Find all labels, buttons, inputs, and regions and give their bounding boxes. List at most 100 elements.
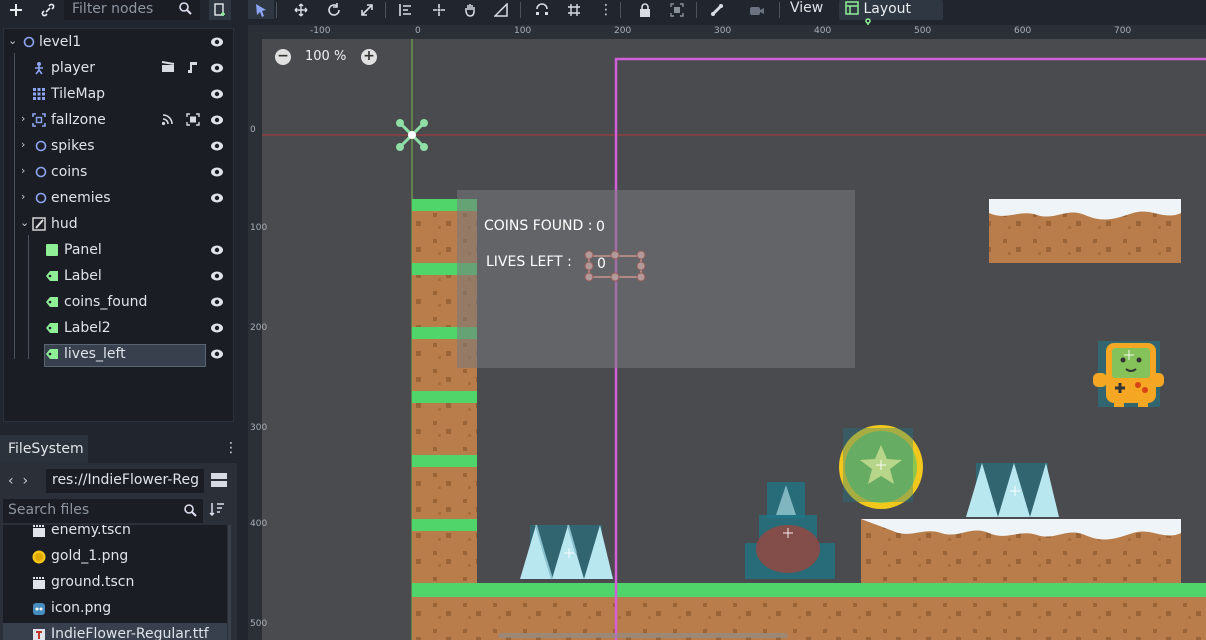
ruler-tick-label: 200 (250, 323, 268, 333)
canvas-layer-icon (31, 216, 47, 232)
file-label: ground.tscn (51, 574, 135, 590)
tree-node-fallzone[interactable]: › fallzone (4, 109, 233, 133)
ruler-horizontal[interactable]: -100 0 100 200 300 400 500 600 700 (248, 25, 1206, 39)
panel-icon (44, 242, 60, 258)
coins-found-label[interactable]: COINS FOUND : (484, 218, 592, 234)
file-label: gold_1.png (51, 548, 129, 564)
eye-icon[interactable] (210, 347, 224, 361)
ruler-tick-label: 300 (714, 26, 732, 36)
group-button[interactable] (664, 0, 690, 19)
tree-node-spikes[interactable]: › spikes (4, 135, 233, 159)
left-dock: Filter nodes ⌄ level1 player TileMap › f… (0, 0, 238, 640)
filesystem-panel: ‹ › res://IndieFlower-Reg Search files e… (0, 463, 237, 640)
scale-mode-button[interactable] (354, 0, 380, 19)
hud-panel[interactable] (457, 190, 855, 368)
file-list-scrollbar[interactable] (228, 525, 231, 640)
tree-node-coins-found[interactable]: coins_found (4, 291, 233, 315)
kebab-menu-icon: ⋮ (599, 1, 613, 18)
move-mode-button[interactable] (288, 0, 314, 19)
file-item[interactable]: IndieFlower-Regular.ttf (3, 623, 227, 640)
move-icon (294, 3, 308, 16)
tree-node-hud[interactable]: ⌄ hud (4, 213, 233, 237)
grid-snap-button[interactable] (561, 0, 587, 19)
zoom-reset-button[interactable]: 100 % (305, 49, 346, 64)
tree-node-label2[interactable]: Label2 (4, 317, 233, 341)
tree-node-label-1[interactable]: Label (4, 265, 233, 289)
lives-left-label[interactable]: LIVES LEFT : (486, 254, 572, 270)
eye-icon[interactable] (210, 295, 224, 309)
eye-icon[interactable] (210, 35, 224, 49)
ruler-mode-button[interactable] (488, 0, 514, 19)
coins-found-value[interactable]: 0 (596, 219, 605, 235)
eye-icon[interactable] (210, 113, 224, 127)
eye-icon[interactable] (210, 321, 224, 335)
layout-menu[interactable]: Layout (839, 0, 943, 34)
more-options-button[interactable]: ⋮ (593, 0, 619, 19)
eye-icon[interactable] (210, 269, 224, 283)
eye-icon[interactable] (210, 87, 224, 101)
add-node-button[interactable] (5, 0, 27, 20)
list-select-button[interactable] (393, 0, 419, 19)
canvas-viewport[interactable]: COINS FOUND : 0 LIVES LEFT : 0 -100 0 10… (248, 25, 1206, 640)
file-item[interactable]: enemy.tscn (3, 525, 227, 545)
label-icon (44, 320, 60, 336)
ruler-tick-label: 200 (614, 26, 632, 36)
tree-node-label: player (51, 60, 96, 76)
eye-icon[interactable] (210, 139, 224, 153)
clapperboard-icon[interactable] (161, 61, 175, 76)
search-files-input[interactable]: Search files (3, 499, 203, 523)
tree-node-label: Label (64, 268, 102, 284)
tree-node-panel[interactable]: Panel (4, 239, 233, 263)
pan-mode-button[interactable] (457, 0, 483, 19)
history-nav[interactable]: ‹ › (8, 473, 28, 489)
group-icon[interactable] (186, 113, 200, 129)
view-menu[interactable]: View (790, 0, 823, 16)
tree-node-level1[interactable]: ⌄ level1 (4, 31, 233, 55)
split-view-icon[interactable] (210, 472, 228, 488)
ruler-vertical[interactable]: 0 100 200 300 400 500 (248, 25, 267, 640)
kebab-menu-icon[interactable]: ⋮ (224, 440, 238, 456)
zoom-out-button[interactable]: − (275, 49, 291, 65)
tree-node-tilemap[interactable]: TileMap (4, 83, 233, 107)
select-mode-button[interactable] (248, 0, 274, 19)
rotate-mode-button[interactable] (321, 0, 347, 19)
smart-snap-button[interactable] (529, 0, 555, 19)
eye-icon[interactable] (210, 191, 224, 205)
eye-icon[interactable] (210, 165, 224, 179)
grid-icon (568, 3, 580, 16)
rotate-icon (328, 2, 340, 16)
tree-node-label: coins_found (64, 294, 148, 310)
node2d-icon (33, 138, 49, 154)
ruler-tick-label: -100 (310, 26, 331, 36)
attach-script-button[interactable] (209, 0, 231, 20)
skeleton-button[interactable] (704, 0, 730, 19)
pivot-mode-button[interactable] (426, 0, 452, 19)
search-icon (178, 1, 192, 19)
signal-icon[interactable] (161, 113, 174, 129)
viewport-scrollbar[interactable] (498, 633, 788, 638)
tree-node-enemies[interactable]: › enemies (4, 187, 233, 211)
script-icon[interactable] (186, 61, 198, 77)
lock-button[interactable] (632, 0, 658, 19)
enemy-sprite (745, 482, 835, 579)
ruler-tick-label: 400 (814, 26, 832, 36)
eye-icon[interactable] (210, 243, 224, 257)
file-item[interactable]: gold_1.png (3, 545, 227, 571)
camera-override-button[interactable] (744, 0, 770, 19)
instance-scene-button[interactable] (37, 0, 59, 20)
tree-node-lives-left[interactable]: lives_left (4, 343, 233, 367)
file-item[interactable]: ground.tscn (3, 571, 227, 597)
eye-icon[interactable] (210, 61, 224, 75)
zoom-in-button[interactable]: + (361, 49, 377, 65)
tree-node-player[interactable]: player (4, 57, 233, 81)
filesystem-tab[interactable]: FileSystem (0, 435, 88, 463)
file-item[interactable]: icon.png (3, 597, 227, 623)
lives-left-value[interactable]: 0 (597, 256, 606, 272)
cursor-icon (256, 3, 266, 17)
tree-node-coins[interactable]: › coins (4, 161, 233, 185)
dock-splitter[interactable] (237, 0, 248, 640)
path-field[interactable]: res://IndieFlower-Reg (46, 469, 204, 493)
layout-icon (845, 1, 859, 15)
plus-icon (10, 4, 22, 16)
sort-icon[interactable] (209, 502, 225, 520)
